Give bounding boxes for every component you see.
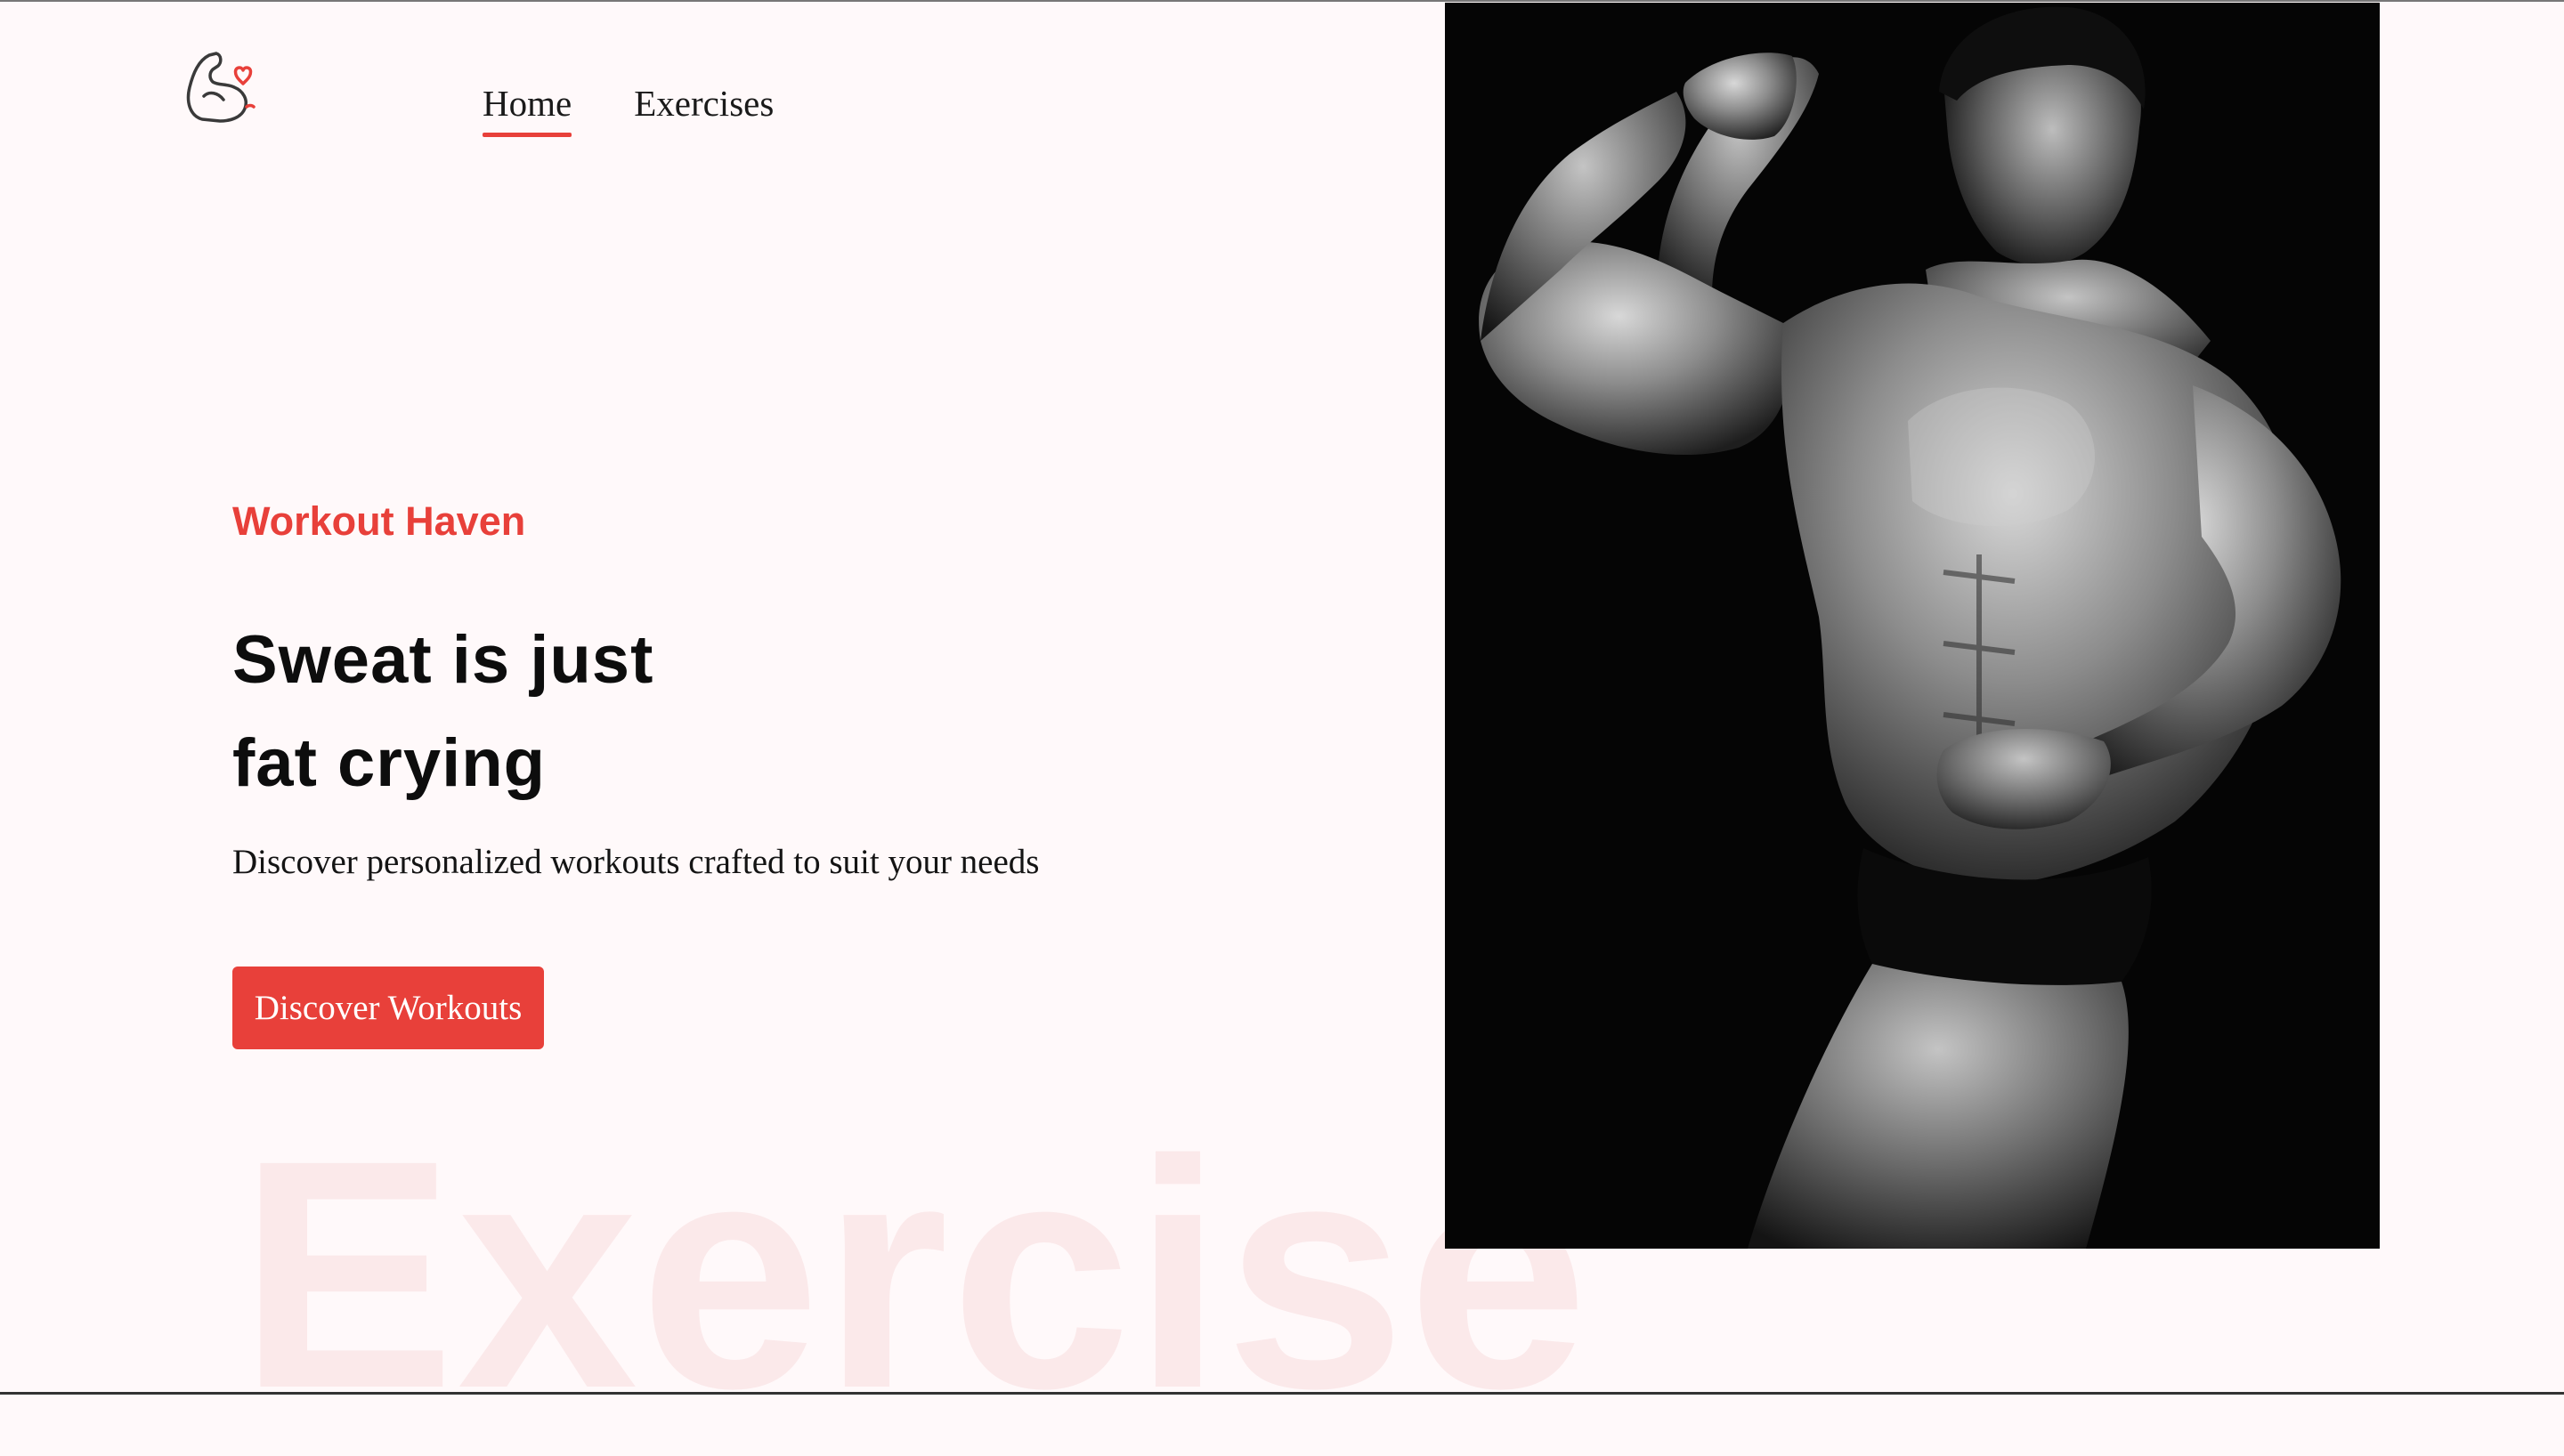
hero-headline: Sweat is just fat crying [232,609,653,815]
background-watermark-text: Exercise [239,1094,1590,1456]
headline-line-1: Sweat is just [232,622,654,698]
bicep-heart-icon[interactable] [183,46,263,128]
nav-home-link[interactable]: Home [483,82,572,137]
brand-name: Workout Haven [232,498,526,544]
main-nav: Home Exercises [483,82,774,137]
bottom-border [0,1392,2564,1395]
hero-subtitle: Discover personalized workouts crafted t… [232,843,1040,881]
hero-section: Workout Haven Sweat is just fat crying D… [232,495,1390,1049]
discover-workouts-button[interactable]: Discover Workouts [232,967,544,1049]
headline-line-2: fat crying [232,725,547,801]
top-border [0,0,2564,2]
hero-bodybuilder-image [1445,3,2380,1249]
nav-exercises-link[interactable]: Exercises [634,82,774,132]
